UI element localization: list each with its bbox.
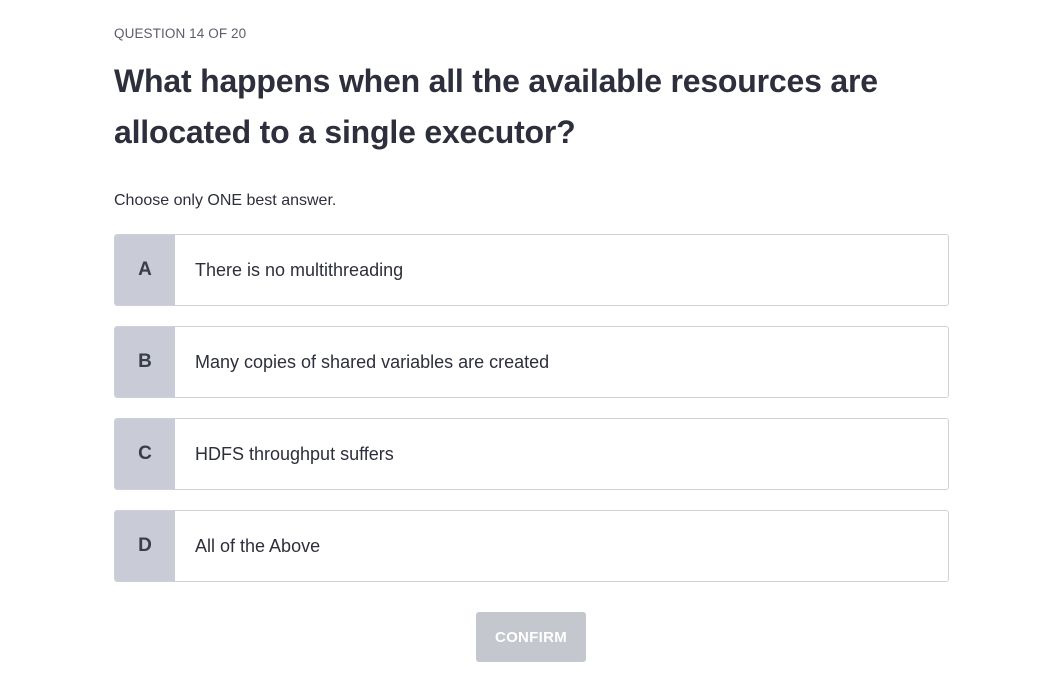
option-letter: B bbox=[115, 327, 175, 397]
option-letter: C bbox=[115, 419, 175, 489]
option-d[interactable]: D All of the Above bbox=[114, 510, 949, 582]
question-progress: QUESTION 14 OF 20 bbox=[114, 26, 247, 41]
option-a[interactable]: A There is no multithreading bbox=[114, 234, 949, 306]
option-text: All of the Above bbox=[195, 535, 321, 556]
option-letter: A bbox=[115, 235, 175, 305]
question-title: What happens when all the available reso… bbox=[114, 63, 878, 150]
confirm-button[interactable]: CONFIRM bbox=[476, 612, 586, 662]
option-letter: D bbox=[115, 511, 175, 581]
option-text: Many copies of shared variables are crea… bbox=[195, 351, 550, 372]
answer-options: A There is no multithreading B Many copi… bbox=[114, 234, 949, 602]
option-text: There is no multithreading bbox=[195, 259, 404, 280]
option-c[interactable]: C HDFS throughput suffers bbox=[114, 418, 949, 490]
answer-instruction: Choose only ONE best answer. bbox=[114, 192, 337, 209]
option-b[interactable]: B Many copies of shared variables are cr… bbox=[114, 326, 949, 398]
option-text: HDFS throughput suffers bbox=[195, 443, 394, 464]
